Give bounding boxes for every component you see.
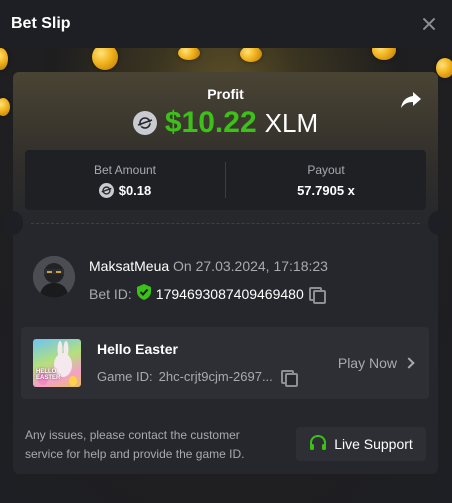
live-support-label: Live Support bbox=[334, 436, 413, 452]
ticket-notch bbox=[3, 211, 23, 235]
coin-decoration bbox=[92, 48, 118, 70]
coin-decoration bbox=[240, 48, 262, 62]
game-card[interactable]: HELLO EASTER Hello Easter Game ID: 2hc-c… bbox=[21, 327, 429, 399]
live-support-button[interactable]: Live Support bbox=[296, 427, 426, 461]
support-notice: Any issues, please contact the customer … bbox=[25, 428, 245, 461]
payout-stat: Payout 57.7905 x bbox=[226, 150, 426, 210]
game-thumbnail-text: HELLO EASTER bbox=[36, 369, 61, 381]
ticket-divider bbox=[31, 223, 420, 224]
copy-icon[interactable] bbox=[308, 286, 326, 304]
headset-icon bbox=[309, 434, 327, 455]
game-id-value: 2hc-crjt9cjm-2697... bbox=[158, 369, 273, 384]
bet-amount-label: Bet Amount bbox=[93, 162, 157, 177]
game-thumbnail: HELLO EASTER bbox=[33, 339, 81, 387]
coin-decoration bbox=[436, 58, 452, 78]
game-name: Hello Easter bbox=[97, 341, 178, 357]
ticket-notch bbox=[428, 211, 448, 235]
bet-amount-value: $0.18 bbox=[118, 182, 152, 198]
bet-id-row: Bet ID: 1794693087409469480 bbox=[89, 284, 326, 304]
bet-slip-card: Profit $10.22 XLM Bet Amount $0.18 Payou… bbox=[3, 72, 448, 474]
coin-decoration bbox=[372, 48, 396, 60]
coin-decoration bbox=[178, 48, 200, 60]
username[interactable]: MaksatMeua bbox=[89, 258, 169, 274]
profit-row: $10.22 XLM bbox=[13, 106, 438, 140]
copy-icon[interactable] bbox=[280, 369, 298, 387]
header-title: Bet Slip bbox=[11, 15, 71, 32]
play-now-button[interactable]: Play Now bbox=[337, 355, 415, 371]
bet-user-info: MaksatMeua On 27.03.2024, 17:18:23 Bet I… bbox=[33, 256, 423, 306]
coin-decoration bbox=[0, 48, 8, 70]
share-icon[interactable] bbox=[400, 90, 422, 110]
stellar-xlm-icon bbox=[132, 111, 157, 135]
profit-section: Profit $10.22 XLM Bet Amount $0.18 Payou… bbox=[13, 72, 438, 227]
play-now-label: Play Now bbox=[337, 355, 397, 371]
username-row: MaksatMeua On 27.03.2024, 17:18:23 bbox=[89, 258, 328, 274]
payout-label: Payout bbox=[307, 162, 345, 177]
stellar-xlm-icon bbox=[98, 182, 114, 198]
bet-id-value: 1794693087409469480 bbox=[155, 285, 304, 302]
profit-amount: $10.22 bbox=[164, 106, 257, 139]
profit-currency: XLM bbox=[264, 107, 319, 138]
payout-value: 57.7905 x bbox=[297, 182, 355, 198]
bet-stats: Bet Amount $0.18 Payout 57.7905 x bbox=[25, 150, 426, 210]
bet-id-label: Bet ID: bbox=[89, 285, 132, 302]
avatar bbox=[33, 256, 75, 298]
profit-label: Profit bbox=[207, 86, 244, 102]
bet-amount-stat: Bet Amount $0.18 bbox=[25, 150, 225, 210]
coin-decoration bbox=[0, 98, 10, 116]
bet-datetime: On 27.03.2024, 17:18:23 bbox=[173, 258, 328, 274]
verified-shield-icon bbox=[136, 284, 151, 303]
game-id-row: Game ID: 2hc-crjt9cjm-2697... bbox=[97, 369, 298, 387]
close-icon[interactable] bbox=[420, 15, 438, 33]
bet-slip-header: Bet Slip bbox=[0, 0, 452, 48]
bet-amount-value-row: $0.18 bbox=[98, 182, 152, 198]
chevron-right-icon bbox=[403, 357, 415, 369]
game-id-label: Game ID: bbox=[97, 369, 153, 384]
